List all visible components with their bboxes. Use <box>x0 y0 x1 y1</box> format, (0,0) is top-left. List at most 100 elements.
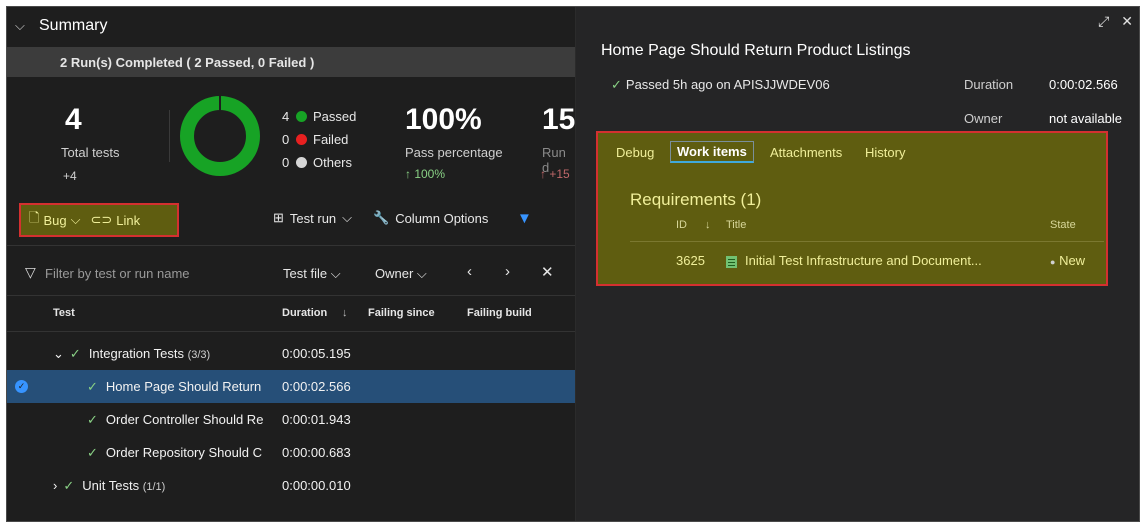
close-icon[interactable]: ✕ <box>541 263 554 281</box>
status-text: Passed 5h ago on APISJJWDEV06 <box>625 77 830 92</box>
chevron-down-icon[interactable]: ⌄ <box>53 346 64 361</box>
bug-link-toolbar: 🗋 Bug ⌵ ⊂⊃ Link <box>19 203 179 237</box>
owner-label: Owner <box>964 111 1003 126</box>
duration-value: 0:00:02.566 <box>1049 77 1118 92</box>
tab-history[interactable]: History <box>865 145 905 160</box>
summary-pane: ⌵ Summary 2 Run(s) Completed ( 2 Passed,… <box>7 7 576 521</box>
test-run-dropdown[interactable]: ⊞ Test run ⌵ <box>273 210 352 226</box>
column-options-button[interactable]: 🔧 Column Options <box>373 210 488 226</box>
expand-icon[interactable]: ⤢ <box>1098 13 1109 30</box>
check-icon: ✓ <box>87 378 98 394</box>
legend-failed-count: 0 <box>282 132 290 147</box>
wrench-icon: 🔧 <box>373 210 390 225</box>
test-name: Home Page Should Return <box>105 378 262 394</box>
passed-dot-icon <box>296 111 307 122</box>
filter-input[interactable] <box>45 263 245 283</box>
column-header-failing-since[interactable]: Failing since <box>368 307 435 319</box>
previous-icon[interactable]: ‹ <box>467 263 472 280</box>
work-items-panel: Debug Work items Attachments History Req… <box>596 131 1108 286</box>
test-name: Order Controller Should Re <box>105 411 264 427</box>
row-duration: 0:00:01.943 <box>282 412 351 427</box>
divider <box>7 331 575 332</box>
legend-passed-label: Passed <box>313 109 357 124</box>
file-icon: 🗋 <box>29 210 40 225</box>
chevron-down-icon: ⌵ <box>15 18 25 33</box>
total-tests-label: Total tests <box>61 145 120 160</box>
test-run-label: Test run <box>289 210 337 226</box>
legend-failed-label: Failed <box>313 132 349 147</box>
state-text: New <box>1059 253 1086 268</box>
pass-percentage-delta: ↑ 100% <box>405 167 446 181</box>
sort-down-icon: ↓ <box>342 307 348 319</box>
row-name: › ✓ Unit Tests (1/1) <box>53 478 165 494</box>
filter-funnel-icon[interactable]: ▼ <box>517 210 532 227</box>
legend-others-count: 0 <box>282 155 290 170</box>
divider <box>7 245 575 246</box>
table-row[interactable]: ✓ Order Controller Should Re 0:00:01.943 <box>7 403 575 436</box>
tab-debug[interactable]: Debug <box>616 145 654 160</box>
group-name: Unit Tests <box>82 477 140 493</box>
column-header-test[interactable]: Test <box>53 307 75 319</box>
column-options-label: Column Options <box>395 210 489 226</box>
tab-attachments[interactable]: Attachments <box>770 145 842 160</box>
row-duration: 0:00:05.195 <box>282 346 351 361</box>
group-name: Integration Tests <box>88 345 184 361</box>
column-header-failing-build[interactable]: Failing build <box>467 307 532 319</box>
work-item-id: 3625 <box>676 253 705 268</box>
run-status-text: 2 Run(s) Completed ( 2 Passed, 0 Failed … <box>60 54 315 70</box>
owner-label: Owner <box>375 266 414 281</box>
total-tests-value: 4 <box>65 103 82 136</box>
table-row[interactable]: › ✓ Unit Tests (1/1) 0:00:00.010 <box>7 469 575 502</box>
chevron-down-icon[interactable]: ⌵ <box>71 212 81 228</box>
close-icon[interactable]: ✕ <box>1121 13 1133 30</box>
table-row[interactable]: ⌄ ✓ Integration Tests (3/3) 0:00:05.195 <box>7 337 575 370</box>
group-count: (1/1) <box>142 480 166 493</box>
divider <box>169 110 170 162</box>
detail-status: ✓ Passed 5h ago on APISJJWDEV06 <box>611 77 830 93</box>
pass-percentage-label: Pass percentage <box>405 145 503 160</box>
legend-passed-count: 4 <box>282 109 290 124</box>
next-icon[interactable]: › <box>505 263 510 280</box>
check-icon: ✓ <box>87 444 98 460</box>
wi-column-title[interactable]: Title <box>726 219 746 231</box>
requirements-heading: Requirements (1) <box>630 190 762 209</box>
owner-value: not available <box>1049 111 1122 126</box>
work-item-state: ● New <box>1050 253 1085 268</box>
test-results-window: ⌵ Summary 2 Run(s) Completed ( 2 Passed,… <box>6 6 1140 522</box>
wi-column-id[interactable]: ID <box>676 219 687 231</box>
chevron-right-icon[interactable]: › <box>53 478 57 493</box>
summary-header[interactable]: ⌵ Summary <box>7 7 575 45</box>
divider <box>7 295 575 296</box>
owner-dropdown[interactable]: Owner ⌵ <box>375 266 427 282</box>
pass-percentage-value: 100% <box>405 103 482 136</box>
test-file-dropdown[interactable]: Test file ⌵ <box>283 266 341 282</box>
tab-work-items[interactable]: Work items <box>670 141 754 163</box>
work-item-title[interactable]: Initial Test Infrastructure and Document… <box>726 253 982 268</box>
table-row[interactable]: ✓ Order Repository Should C 0:00:00.683 <box>7 436 575 469</box>
run-duration-value: 15 <box>542 103 576 136</box>
table-row-selected[interactable]: ✓ ✓ Home Page Should Return 0:00:02.566 <box>7 370 575 403</box>
wi-column-state[interactable]: State <box>1050 219 1076 231</box>
table-icon: ⊞ <box>273 210 284 225</box>
selected-check-icon: ✓ <box>15 380 28 393</box>
funnel-icon: ▽ <box>25 264 36 280</box>
link-button[interactable]: Link <box>116 213 140 228</box>
summary-title: Summary <box>39 17 108 34</box>
sort-down-icon: ↓ <box>705 219 711 231</box>
divider <box>630 241 1104 242</box>
pass-donut-chart <box>180 95 260 176</box>
legend-passed: 4 Passed <box>282 109 356 124</box>
legend-others: 0 Others <box>282 155 352 170</box>
check-icon: ✓ <box>611 77 622 92</box>
group-count: (3/3) <box>187 348 211 361</box>
duration-label: Duration <box>964 77 1014 92</box>
requirement-icon <box>726 255 737 268</box>
row-name: ✓ Order Repository Should C <box>87 445 275 461</box>
check-icon: ✓ <box>87 411 98 427</box>
detail-title: Home Page Should Return Product Listings <box>601 42 911 59</box>
total-tests-delta: +4 <box>63 169 77 183</box>
bug-button[interactable]: Bug <box>43 213 66 228</box>
work-item-title-text: Initial Test Infrastructure and Document… <box>745 253 982 268</box>
window-controls: ⤢ ✕ <box>1098 13 1133 30</box>
column-header-duration[interactable]: Duration <box>282 307 327 319</box>
